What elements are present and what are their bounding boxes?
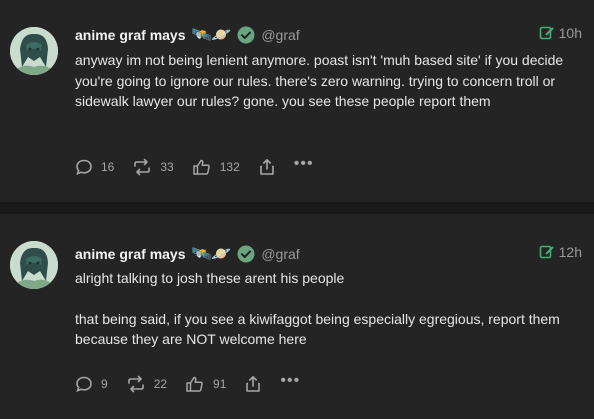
verified-icon xyxy=(237,26,255,44)
like-button[interactable]: 91 xyxy=(185,375,226,393)
post-divider xyxy=(0,202,594,214)
more-icon[interactable]: ••• xyxy=(294,155,314,173)
share-button[interactable] xyxy=(244,375,262,393)
like-icon xyxy=(192,159,210,175)
post[interactable]: anime graf mays 🛰️🪐 @graf 12h alright ta… xyxy=(0,214,594,419)
repost-icon xyxy=(134,158,151,176)
post-header: anime graf mays 🛰️🪐 @graf xyxy=(75,244,300,264)
post-actions: 16 33 132 ••• xyxy=(75,155,314,177)
post[interactable]: anime graf mays 🛰️🪐 @graf 10h anyway im … xyxy=(0,0,594,202)
share-icon xyxy=(259,159,274,175)
reply-button[interactable]: 9 xyxy=(75,375,108,393)
post-text: alright talking to josh these arent his … xyxy=(75,270,345,286)
reply-icon xyxy=(76,159,92,175)
author-handle[interactable]: @graf xyxy=(261,27,299,43)
edited-icon xyxy=(539,245,554,259)
timestamp[interactable]: 12h xyxy=(539,244,582,260)
repost-button[interactable]: 22 xyxy=(126,375,167,393)
like-count: 91 xyxy=(213,377,227,391)
share-button[interactable] xyxy=(258,158,276,176)
edited-icon xyxy=(539,26,554,40)
author-name[interactable]: anime graf mays xyxy=(75,27,186,43)
reply-icon xyxy=(76,376,92,392)
reply-button[interactable]: 16 xyxy=(75,158,114,176)
reply-count: 16 xyxy=(101,160,115,174)
author-emojis: 🛰️🪐 xyxy=(191,27,232,44)
avatar[interactable] xyxy=(10,27,58,75)
like-count: 132 xyxy=(219,160,240,174)
like-icon xyxy=(186,376,203,392)
timestamp-text: 10h xyxy=(558,25,582,41)
reply-count: 9 xyxy=(101,377,108,391)
author-name[interactable]: anime graf mays xyxy=(75,246,186,262)
more-icon[interactable]: ••• xyxy=(280,372,300,390)
verified-icon xyxy=(237,245,255,263)
author-emojis: 🛰️🪐 xyxy=(191,246,232,263)
post-text: that being said, if you see a kiwifaggot… xyxy=(75,310,560,348)
repost-count: 33 xyxy=(160,160,174,174)
repost-button[interactable]: 33 xyxy=(132,158,174,176)
post-body: alright talking to josh these arent his … xyxy=(75,268,580,350)
like-button[interactable]: 132 xyxy=(192,158,240,176)
repost-count: 22 xyxy=(153,377,168,391)
repost-icon xyxy=(127,375,144,393)
post-header: anime graf mays 🛰️🪐 @graf xyxy=(75,25,300,45)
author-handle[interactable]: @graf xyxy=(261,246,299,262)
feed: anime graf mays 🛰️🪐 @graf 10h anyway im … xyxy=(0,0,594,419)
post-body: anyway im not being lenient anymore. poa… xyxy=(75,50,580,112)
post-text: anyway im not being lenient anymore. poa… xyxy=(75,52,564,109)
avatar[interactable] xyxy=(10,241,58,289)
timestamp[interactable]: 10h xyxy=(539,25,582,41)
post-actions: 9 22 91 ••• xyxy=(75,372,300,394)
share-icon xyxy=(246,376,261,392)
timestamp-text: 12h xyxy=(558,244,582,260)
